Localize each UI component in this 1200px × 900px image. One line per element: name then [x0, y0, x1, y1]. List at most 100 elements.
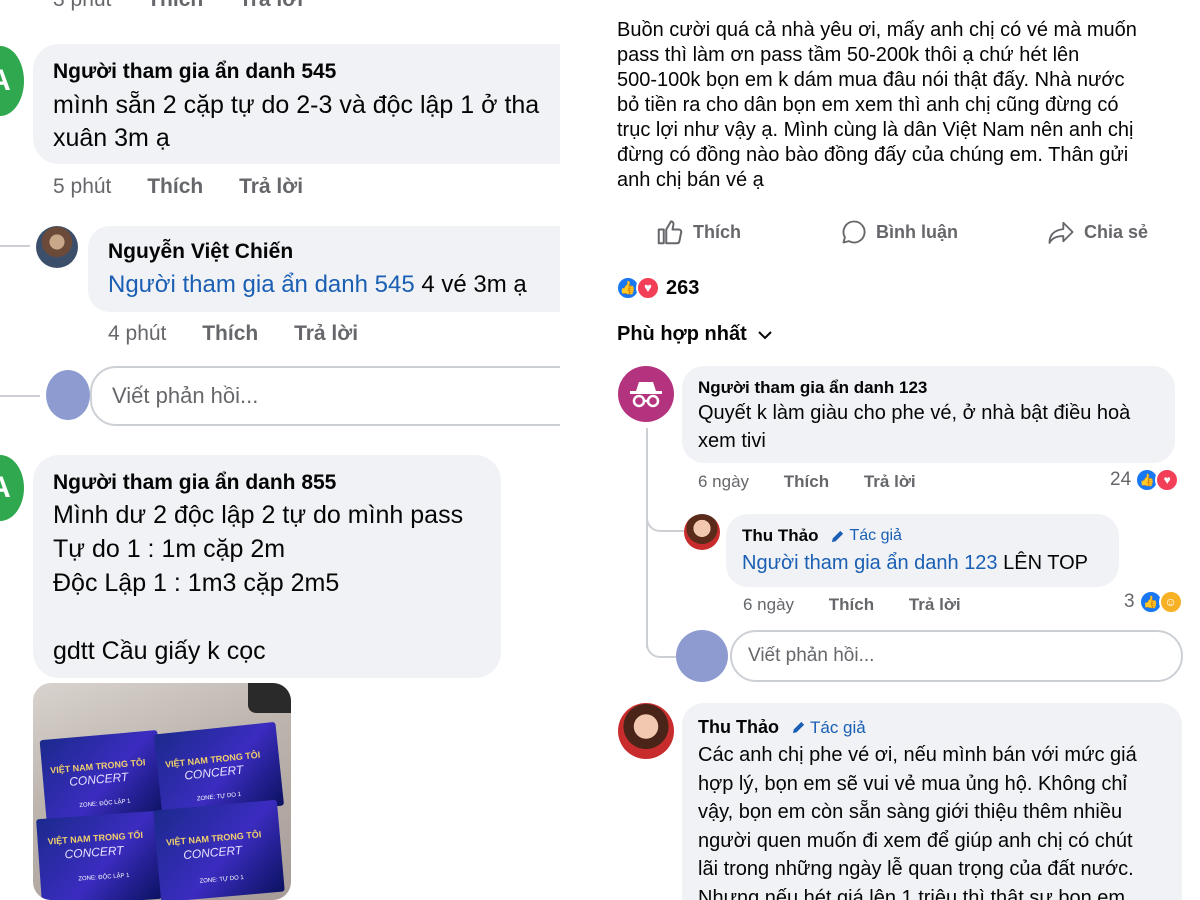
reply-meta: 4 phút Thích Trả lời: [108, 322, 388, 346]
ticket-zone: ZONE: ĐỘC LẬP 1: [79, 798, 131, 810]
comment-text-line: Quyết k làm giàu cho phe vé, ở nhà bật đ…: [698, 402, 1131, 424]
ticket-subtitle: CONCERT: [64, 843, 125, 862]
reaction-summary[interactable]: 👍 ♥ 263: [616, 275, 699, 301]
chevron-down-icon: [757, 329, 773, 341]
like-link[interactable]: Thích: [147, 175, 203, 198]
post-text: Buồn cười quá cả nhà yêu ơi, mấy anh chị…: [617, 18, 1137, 193]
pencil-icon: [830, 529, 845, 544]
reply-header: Thu Thảo Tác giả: [742, 526, 902, 546]
timestamp: 4 phút: [108, 322, 167, 345]
timestamp: 3 phút: [53, 0, 111, 11]
post-text-line: 500-100k bọn em k dám mua đâu nói thật đ…: [617, 69, 1125, 91]
comment-author[interactable]: Người tham gia ẩn danh 855: [53, 471, 336, 495]
reply-input[interactable]: Viết phản hồi...: [90, 366, 560, 426]
author-badge: Tác giả: [809, 717, 866, 737]
user-avatar[interactable]: [36, 226, 78, 268]
reply-input-placeholder: Viết phản hồi...: [748, 645, 875, 666]
comment-text-line: vậy, bọn em còn sẵn sàng giới thiệu thêm…: [698, 801, 1123, 823]
phone-object: [248, 683, 291, 713]
mention-link[interactable]: Người tham gia ẩn danh 545: [108, 271, 415, 298]
author-avatar[interactable]: [684, 514, 720, 550]
thread-connector: [0, 370, 40, 397]
comment-meta: 6 ngày Thích Trả lời: [698, 472, 946, 492]
timestamp: 6 ngày: [743, 595, 795, 614]
like-link[interactable]: Thích: [147, 0, 203, 11]
reply-input[interactable]: Viết phản hồi...: [730, 630, 1183, 682]
reply-author[interactable]: Nguyễn Việt Chiến: [108, 240, 293, 264]
reaction-count: 24: [1110, 469, 1132, 490]
current-user-avatar: [676, 630, 728, 682]
reply-link[interactable]: Trả lời: [239, 0, 303, 11]
like-link[interactable]: Thích: [829, 595, 874, 614]
comment-action-button[interactable]: Bình luận: [840, 217, 958, 247]
thread-connector: [0, 170, 30, 247]
reply-text-body: LÊN TOP: [997, 552, 1088, 574]
thread-line: [646, 428, 648, 648]
comment-bubble: Thu Thảo Tác giả Các anh chị phe vé ơi, …: [682, 703, 1182, 900]
share-action-button[interactable]: Chia sẻ: [1046, 217, 1148, 247]
reply-bubble: Nguyễn Việt Chiến Người tham gia ẩn danh…: [88, 226, 560, 312]
reply-link[interactable]: Trả lời: [864, 472, 916, 491]
avatar-letter: A: [0, 471, 11, 505]
comment-text-line: người quen muốn đi xem để giúp anh chị c…: [698, 829, 1133, 852]
post-text-line: đừng có đồng nào bào đồng đấy của chúng …: [617, 144, 1129, 166]
reply-text-body: 4 vé 3m ạ: [414, 271, 527, 298]
ticket: VIỆT NAM TRONG TÔI CONCERT ZONE: ĐỘC LẬP…: [39, 730, 165, 824]
comment-text-line: Nhưng nếu hét giá lên 1 triệu thì thật s…: [698, 886, 1126, 900]
comment-bubble-icon: [840, 218, 868, 246]
reply-reaction-summary[interactable]: 3 👍 ☺: [1124, 590, 1183, 614]
comment-text-line: mình sẵn 2 cặp tự do 2-3 và độc lập 1 ở …: [53, 91, 540, 119]
comment-sort-dropdown[interactable]: Phù hợp nhất: [617, 323, 773, 346]
like-link[interactable]: Thích: [202, 322, 258, 345]
post-text-line: bỏ tiền ra cho dân bọn em xem thì anh ch…: [617, 94, 1119, 116]
comment-text-line: xuân 3m ạ: [53, 124, 170, 152]
like-action-button[interactable]: Thích: [655, 217, 741, 247]
comment-reaction-summary[interactable]: 24 👍 ♥: [1110, 468, 1180, 492]
anonymous-avatar-icon[interactable]: A: [0, 455, 24, 521]
reply-input-placeholder: Viết phản hồi...: [112, 383, 259, 408]
thumbs-up-icon: [655, 217, 685, 247]
comment-text-line: gdtt Cầu giấy k cọc: [53, 637, 266, 665]
love-reaction-icon: ♥: [636, 276, 660, 300]
ticket-zone: ZONE: TỰ DO 1: [199, 874, 245, 885]
author-badge: Tác giả: [849, 527, 902, 544]
comment-meta: 5 phút Thích Trả lời: [53, 175, 333, 199]
reply-author[interactable]: Thu Thảo: [742, 526, 818, 546]
top-comment-meta: 3 phút Thích Trả lời: [53, 0, 333, 12]
author-avatar[interactable]: [618, 703, 674, 759]
comment-text-line: Mình dư 2 độc lập 2 tự do mình pass: [53, 501, 464, 529]
ticket-title: VIỆT NAM TRONG TỐI: [47, 829, 144, 847]
share-action-label: Chia sẻ: [1084, 221, 1149, 242]
pencil-icon: [791, 720, 806, 735]
reply-link[interactable]: Trả lời: [239, 175, 303, 198]
comment-text-line: hợp lý, bọn em sẽ vui vẻ mua ủng hộ. Khô…: [698, 772, 1127, 795]
right-post-panel: Buồn cười quá cả nhà yêu ơi, mấy anh chị…: [600, 0, 1200, 900]
avatar-letter: A: [0, 64, 11, 98]
comment-action-label: Bình luận: [876, 221, 958, 242]
comment-text-line: Tự do 1 : 1m cặp 2m: [53, 535, 286, 563]
ticket-zone: ZONE: TỰ DO 1: [196, 791, 242, 803]
post-text-line: trục lợi như vậy ạ. Mình cùng là dân Việ…: [617, 119, 1134, 141]
comment-author[interactable]: Người tham gia ẩn danh 545: [53, 60, 336, 84]
reply-link[interactable]: Trả lời: [909, 595, 961, 614]
comment-author[interactable]: Người tham gia ẩn danh 123: [698, 378, 927, 398]
like-link[interactable]: Thích: [784, 472, 829, 491]
like-action-label: Thích: [693, 221, 741, 242]
ticket-subtitle: CONCERT: [182, 843, 243, 863]
sort-label: Phù hợp nhất: [617, 323, 747, 345]
ticket: VIỆT NAM TRONG TỐI CONCERT ZONE: ĐỘC LẬP…: [36, 810, 162, 900]
comment-author[interactable]: Thu Thảo: [698, 717, 779, 738]
reply-link[interactable]: Trả lời: [294, 322, 358, 345]
reaction-count: 263: [666, 276, 700, 299]
comment-text-line: Các anh chị phe vé ơi, nếu mình bán với …: [698, 744, 1137, 766]
anonymous-avatar-icon[interactable]: A: [0, 46, 24, 116]
comment-bubble: Người tham gia ẩn danh 545 mình sẵn 2 cặ…: [33, 44, 560, 164]
comment-bubble: Người tham gia ẩn danh 123 Quyết k làm g…: [682, 366, 1175, 463]
timestamp: 6 ngày: [698, 472, 750, 491]
reply-bubble: Thu Thảo Tác giả Người tham gia ẩn danh …: [726, 514, 1119, 587]
comment-photo[interactable]: VIỆT NAM TRONG TÔI CONCERT ZONE: ĐỘC LẬP…: [33, 683, 291, 900]
post-text-line: pass thì làm ơn pass tầm 50-200k thôi ạ …: [617, 44, 1080, 66]
mention-link[interactable]: Người tham gia ẩn danh 123: [742, 552, 998, 574]
anonymous-incognito-avatar-icon[interactable]: [618, 366, 674, 422]
post-text-line: Buồn cười quá cả nhà yêu ơi, mấy anh chị…: [617, 19, 1137, 41]
